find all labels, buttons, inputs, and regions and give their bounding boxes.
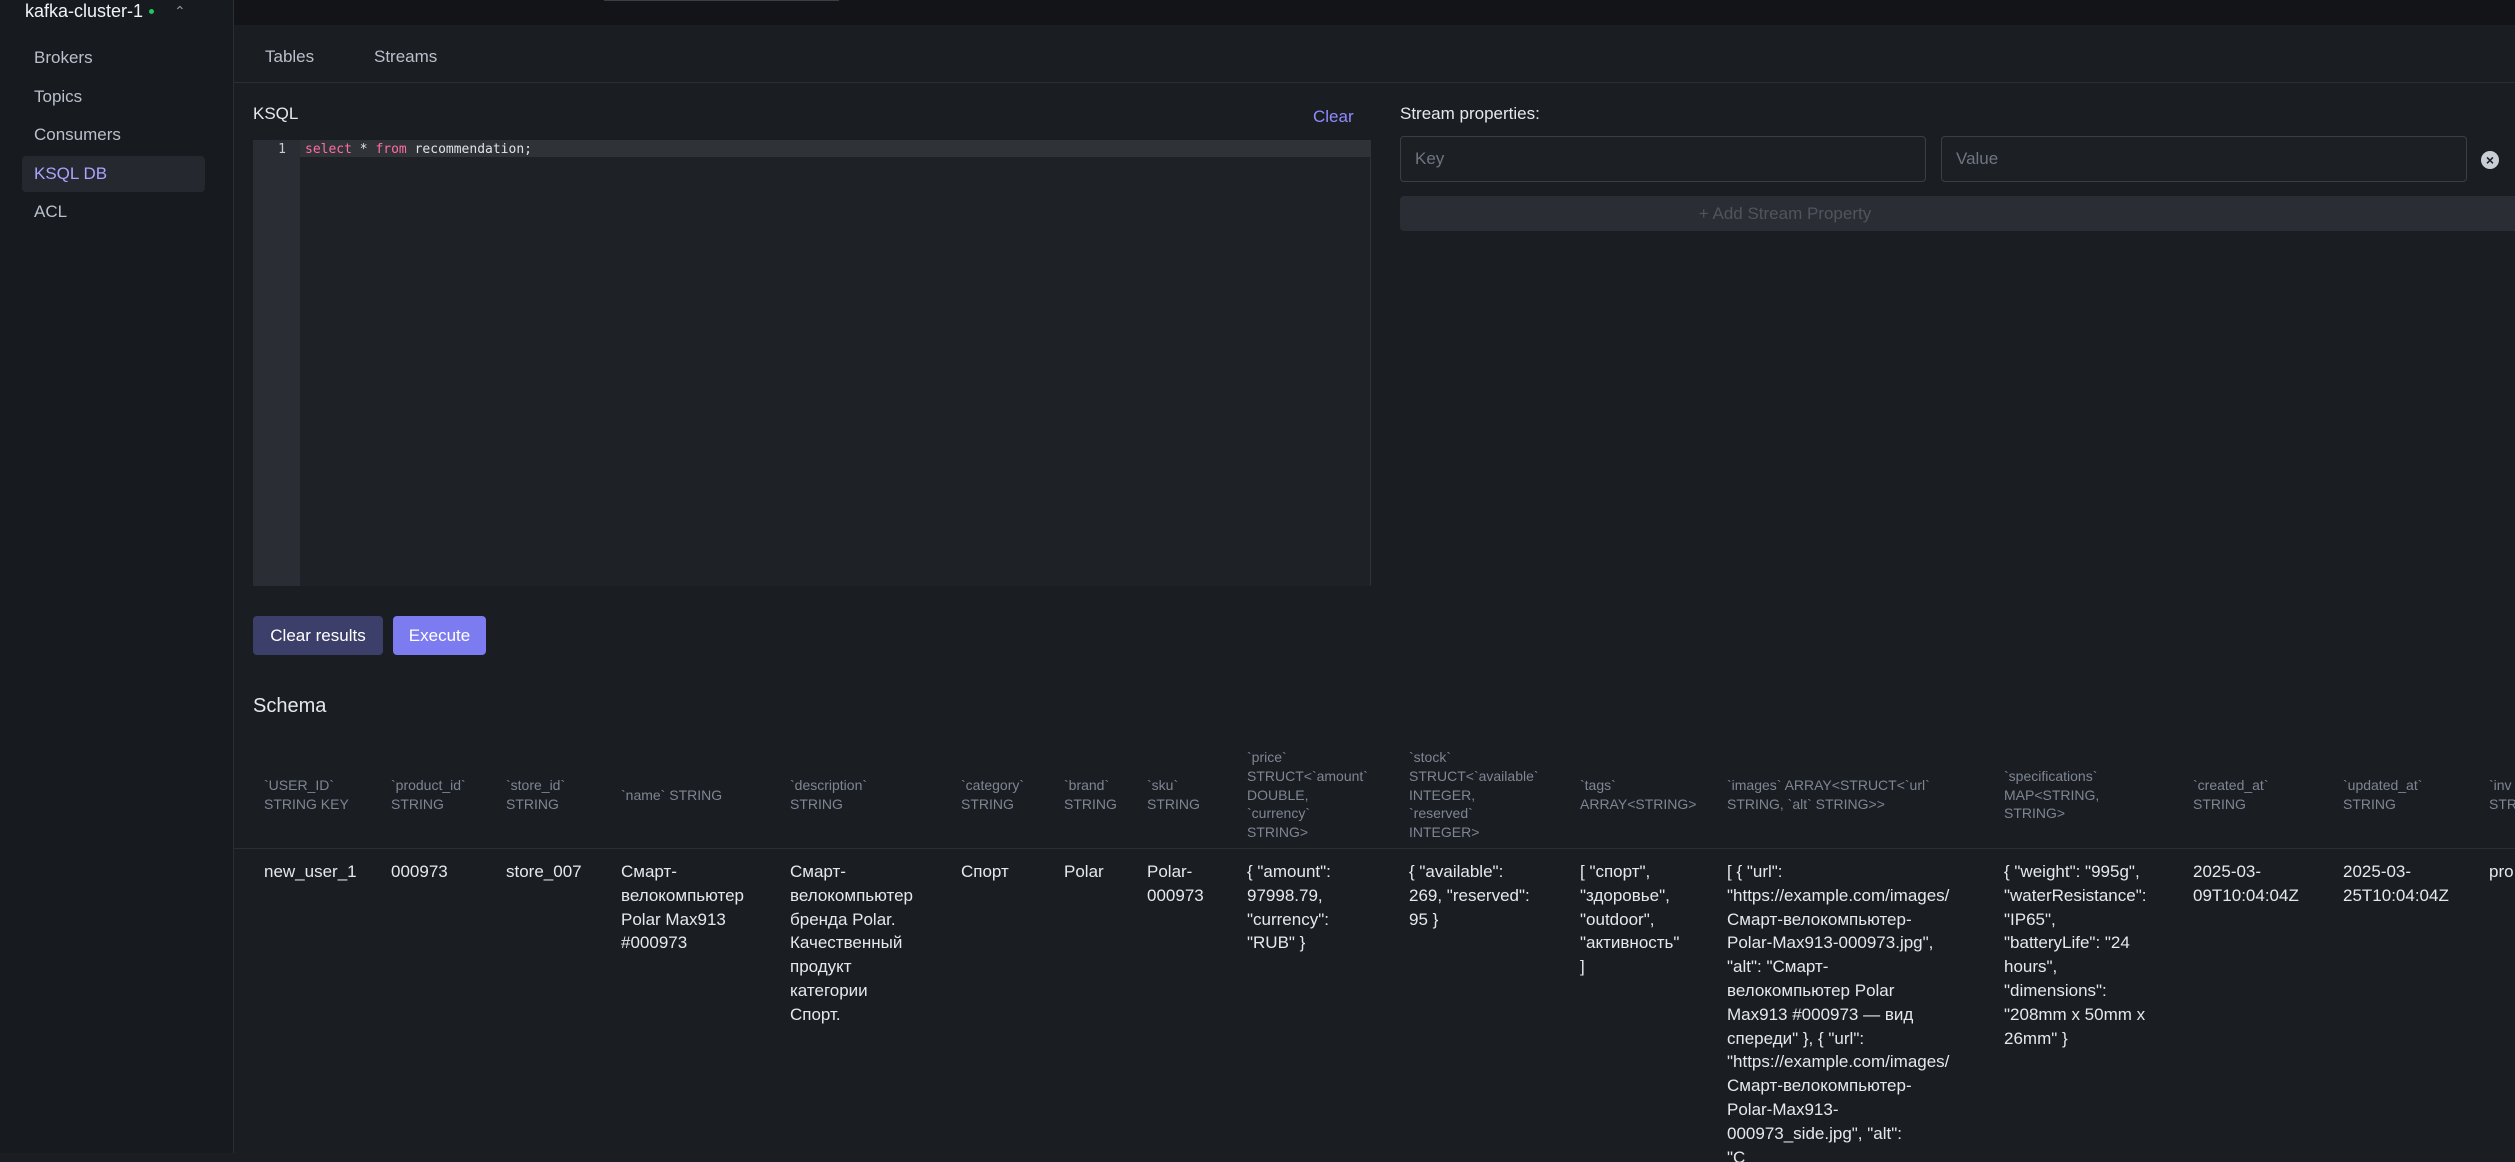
column-header: `updated_at` STRING bbox=[2343, 777, 2423, 812]
stream-properties-label: Stream properties: bbox=[1400, 104, 1540, 123]
clear-results-button[interactable]: Clear results bbox=[253, 616, 383, 655]
tab-tables[interactable]: Tables bbox=[265, 47, 314, 67]
sidebar: kafka-cluster-1 ⌃ Brokers Topics Consume… bbox=[0, 0, 234, 1153]
column-header: `brand` STRING bbox=[1064, 777, 1117, 812]
results-table: `USER_ID` STRING KEY `product_id` STRING… bbox=[234, 742, 2515, 1162]
sidebar-item-consumers[interactable]: Consumers bbox=[22, 117, 205, 153]
tab-streams[interactable]: Streams bbox=[374, 47, 437, 67]
remove-property-icon[interactable]: × bbox=[2481, 151, 2499, 169]
query-fragment: * bbox=[351, 142, 376, 157]
editor-gutter: 1 bbox=[253, 140, 300, 586]
column-header: `sku` STRING bbox=[1147, 777, 1200, 812]
tab-bar: Tables Streams bbox=[234, 25, 2515, 83]
sidebar-item-acl[interactable]: ACL bbox=[22, 194, 205, 230]
column-header: `description` STRING bbox=[790, 777, 868, 812]
table-cell: Polar bbox=[1064, 862, 1104, 881]
sidebar-item-brokers[interactable]: Brokers bbox=[22, 40, 205, 76]
query-text[interactable]: select * from recommendation; bbox=[305, 142, 532, 157]
table-cell: Спорт bbox=[961, 862, 1009, 881]
ksql-editor[interactable]: 1 select * from recommendation; bbox=[253, 140, 1371, 586]
divider bbox=[604, 0, 839, 1]
keyword-from: from bbox=[375, 142, 407, 157]
table-cell: [ "спорт", "здоровье", "outdoor", "актив… bbox=[1580, 862, 1680, 977]
stream-property-key-input[interactable] bbox=[1400, 136, 1926, 182]
sidebar-item-label: Topics bbox=[34, 86, 83, 106]
column-header: `stock` STRUCT<`available` INTEGER, `res… bbox=[1409, 748, 1539, 841]
column-header: `name` STRING bbox=[621, 786, 723, 803]
column-header: `inv STR bbox=[2489, 777, 2515, 812]
top-bar bbox=[234, 0, 2515, 25]
query-fragment: recommendation; bbox=[406, 142, 532, 157]
table-cell: 2025-03- 25T10:04:04Z bbox=[2343, 862, 2449, 905]
execute-button[interactable]: Execute bbox=[393, 616, 486, 655]
chevron-up-icon[interactable]: ⌃ bbox=[174, 3, 186, 20]
sidebar-item-ksql-db[interactable]: KSQL DB bbox=[22, 155, 205, 192]
column-header: `price` STRUCT<`amount` DOUBLE, `currenc… bbox=[1247, 748, 1368, 841]
table-cell: pro bbox=[2489, 862, 2514, 881]
line-number: 1 bbox=[278, 142, 286, 157]
editor-divider bbox=[1370, 140, 1371, 586]
sidebar-item-label: ACL bbox=[34, 202, 68, 221]
sidebar-item-topics[interactable]: Topics bbox=[22, 79, 205, 115]
column-header: `images` ARRAY<STRUCT<`url` STRING, `alt… bbox=[1727, 777, 1930, 812]
header-divider bbox=[234, 848, 2515, 849]
cluster-name: kafka-cluster-1 bbox=[25, 0, 144, 21]
table-cell: 000973 bbox=[391, 862, 448, 881]
keyword-select: select bbox=[305, 142, 352, 157]
table-cell: new_user_1 bbox=[264, 862, 357, 881]
column-header: `tags` ARRAY<STRING> bbox=[1580, 777, 1697, 812]
table-cell: 2025-03- 09T10:04:04Z bbox=[2193, 862, 2299, 905]
clear-query-button[interactable]: Clear bbox=[1313, 107, 1354, 127]
table-cell: Смарт- велокомпьютер бренда Polar. Качес… bbox=[790, 862, 914, 1024]
schema-title: Schema bbox=[253, 695, 327, 717]
column-header: `specifications` MAP<STRING, STRING> bbox=[2004, 767, 2100, 822]
column-header: `category` STRING bbox=[961, 777, 1025, 812]
ksql-label: KSQL bbox=[253, 104, 299, 123]
sidebar-nav: Brokers Topics Consumers KSQL DB ACL bbox=[22, 40, 205, 233]
add-stream-property-button[interactable]: + Add Stream Property bbox=[1400, 196, 2515, 231]
table-cell: Смарт- велокомпьютер Polar Max913 #00097… bbox=[621, 862, 745, 953]
column-header: `created_at` STRING bbox=[2193, 777, 2269, 812]
stream-property-value-input[interactable] bbox=[1941, 136, 2467, 182]
sidebar-item-label: Consumers bbox=[34, 125, 121, 144]
cluster-status-dot bbox=[149, 8, 155, 14]
table-cell: Polar- 000973 bbox=[1147, 862, 1204, 905]
sidebar-item-label: KSQL DB bbox=[34, 163, 108, 183]
cluster-selector[interactable]: kafka-cluster-1 ⌃ bbox=[25, 0, 186, 22]
table-cell: { "weight": "995g", "waterResistance": "… bbox=[2004, 862, 2147, 1048]
table-cell: { "available": 269, "reserved": 95 } bbox=[1409, 862, 1530, 929]
table-cell: store_007 bbox=[506, 862, 582, 881]
column-header: `store_id` STRING bbox=[506, 777, 566, 812]
table-cell: [ { "url": "https://example.com/images/ … bbox=[1727, 862, 1950, 1162]
table-cell: { "amount": 97998.79, "currency": "RUB" … bbox=[1247, 862, 1331, 953]
sidebar-item-label: Brokers bbox=[34, 48, 93, 67]
column-header: `USER_ID` STRING KEY bbox=[264, 777, 349, 812]
column-header: `product_id` STRING bbox=[391, 777, 466, 812]
